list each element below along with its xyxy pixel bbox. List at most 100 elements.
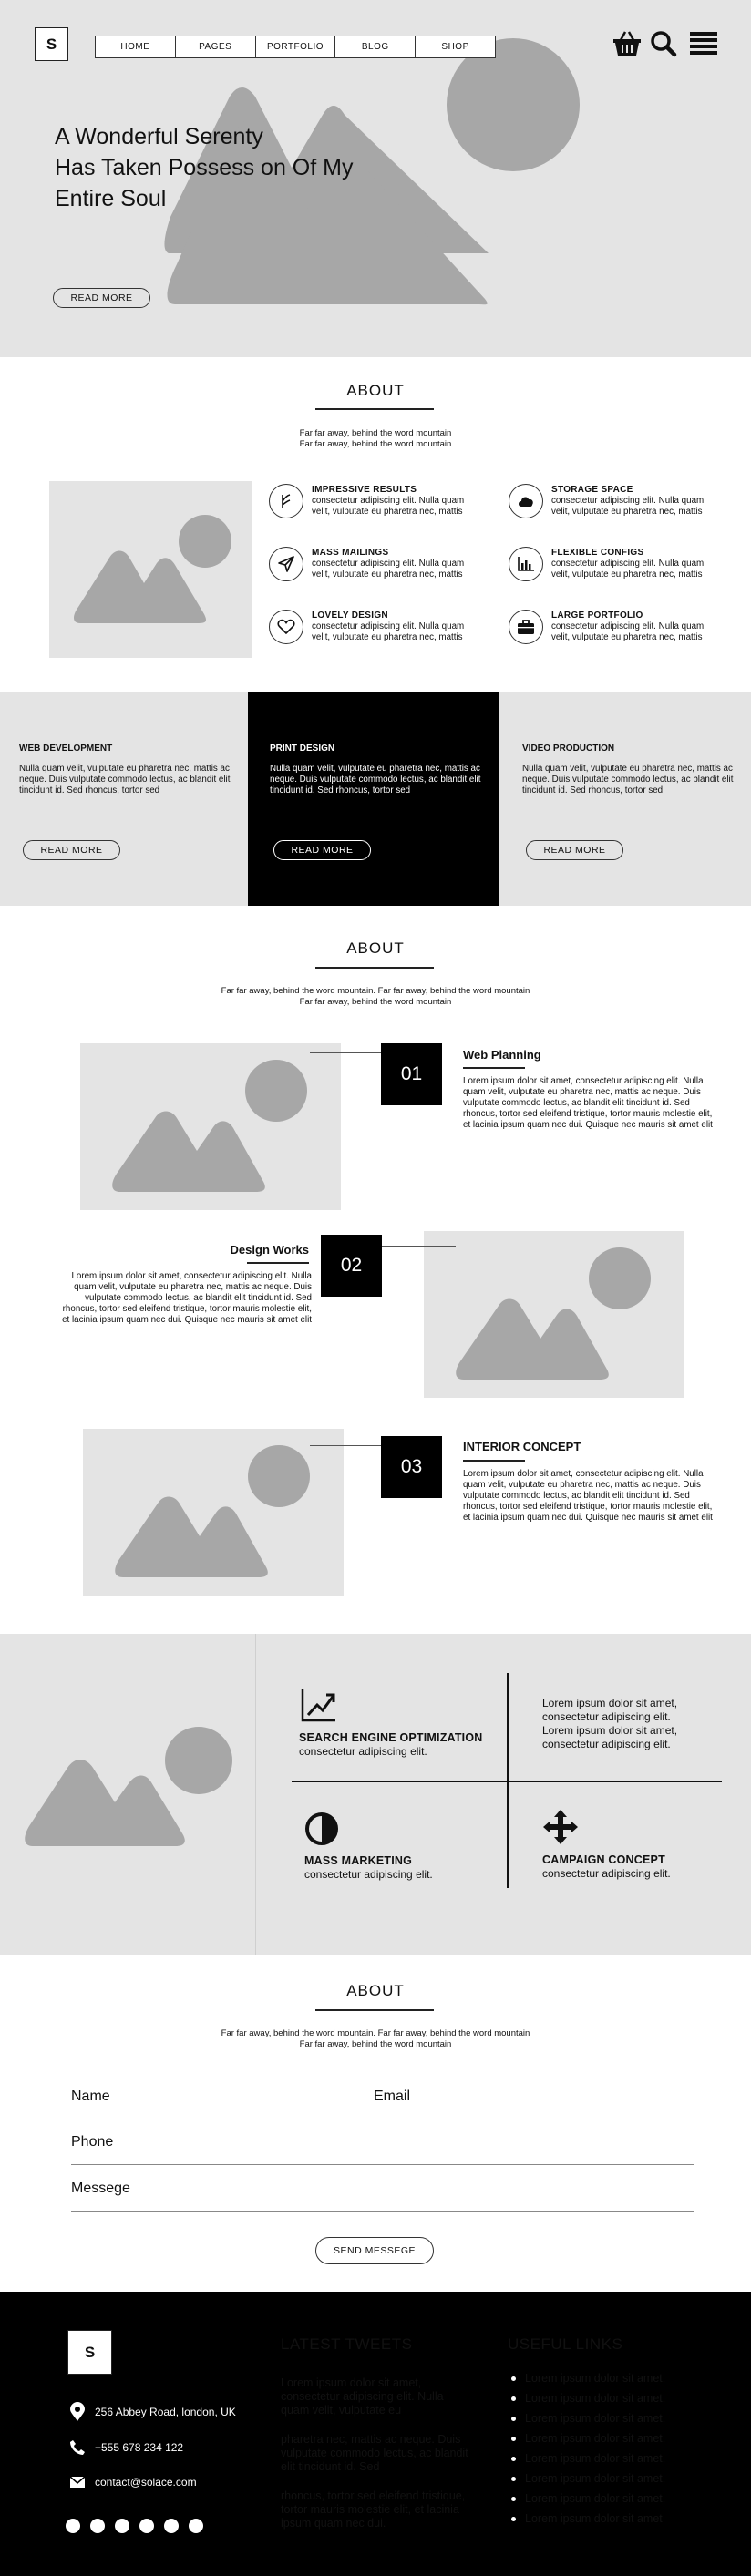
- step-text-line: rhoncus, tortor sed eleifend tristique, …: [463, 1502, 713, 1512]
- message-field[interactable]: Messege: [71, 2181, 130, 2197]
- feature-text: consectetur adipiscing elit. Nulla quam …: [312, 496, 503, 518]
- social-icon[interactable]: [115, 2519, 129, 2533]
- useful-link[interactable]: Lorem ipsum dolor sit amet,: [511, 2428, 665, 2448]
- seo-divider: [255, 1634, 256, 1955]
- service-read-more-button[interactable]: READ MORE: [526, 840, 623, 860]
- main-nav: HOME PAGES PORTFOLIO BLOG SHOP: [95, 36, 496, 58]
- step-title-underline: [247, 1262, 309, 1264]
- feature-title: STORAGE SPACE: [551, 485, 633, 495]
- step-title-underline: [463, 1067, 525, 1069]
- useful-link[interactable]: Lorem ipsum dolor sit amet: [511, 2509, 665, 2529]
- footer-email: contact@solace.com: [69, 2476, 197, 2489]
- about-subtitle-line: Far far away, behind the word mountain: [299, 428, 452, 438]
- social-icon[interactable]: [139, 2519, 154, 2533]
- email-field[interactable]: Email: [374, 2089, 410, 2105]
- step-text-line: vulputate commodo lectus, ac blandit eli…: [85, 1293, 312, 1303]
- seo-lorem-line: Lorem ipsum dolor sit amet,: [542, 1724, 678, 1737]
- about-placeholder-image: [49, 481, 252, 658]
- feature-text-line: consectetur adipiscing elit. Nulla quam: [551, 559, 705, 569]
- nav-blog[interactable]: BLOG: [335, 36, 417, 57]
- step-placeholder-image: [83, 1429, 344, 1596]
- step-title: Web Planning: [463, 1048, 541, 1062]
- social-links: [66, 2519, 203, 2533]
- service-title: VIDEO PRODUCTION: [522, 744, 615, 754]
- feature-text-line: consectetur adipiscing elit. Nulla quam: [551, 621, 705, 631]
- seo-placeholder-image: [25, 1727, 232, 1846]
- useful-link[interactable]: Lorem ipsum dolor sit amet,: [511, 2408, 665, 2428]
- tweet-line: Lorem ipsum dolor sit amet,: [281, 2376, 422, 2389]
- useful-link[interactable]: Lorem ipsum dolor sit amet,: [511, 2448, 665, 2468]
- feature-text-line: velit, vulputate eu pharetra nec, mattis: [312, 507, 463, 517]
- hero-title-line: Has Taken Possess on Of My: [55, 155, 354, 180]
- feature-text: consectetur adipiscing elit. Nulla quam …: [312, 559, 503, 580]
- useful-link[interactable]: Lorem ipsum dolor sit amet,: [511, 2489, 665, 2509]
- logo[interactable]: S: [35, 27, 68, 61]
- step-text-line: Lorem ipsum dolor sit amet, consectetur …: [463, 1469, 704, 1479]
- step-text-line: vulputate commodo lectus, ac blandit eli…: [463, 1491, 690, 1501]
- social-icon[interactable]: [90, 2519, 105, 2533]
- nav-home[interactable]: HOME: [96, 36, 176, 57]
- name-field[interactable]: Name: [71, 2089, 110, 2105]
- hero-title-line: Entire Soul: [55, 186, 167, 211]
- hero-read-more-button[interactable]: READ MORE: [53, 288, 150, 308]
- feature-text: consectetur adipiscing elit. Nulla quam …: [551, 496, 743, 518]
- nav-shop[interactable]: SHOP: [416, 36, 495, 57]
- service-text-line: tincidunt id. Sed rhoncus, tortor sed: [19, 785, 160, 795]
- about-title-underline: [315, 967, 434, 969]
- latest-tweets-title: LATEST TWEETS: [281, 2335, 413, 2353]
- feature-text-line: consectetur adipiscing elit. Nulla quam: [312, 621, 465, 631]
- hero-title: A Wonderful Serenty Has Taken Possess on…: [55, 121, 353, 214]
- seo-item-subtitle: consectetur adipiscing elit.: [299, 1745, 427, 1758]
- step-title-underline: [463, 1460, 525, 1462]
- feature-text-line: velit, vulputate eu pharetra nec, mattis: [551, 632, 703, 642]
- tweet-line: vulputate commodo lectus, ac blandit: [281, 2447, 468, 2459]
- feature-text-line: velit, vulputate eu pharetra nec, mattis: [551, 570, 703, 580]
- service-read-more-button[interactable]: READ MORE: [273, 840, 371, 860]
- nav-pages[interactable]: PAGES: [176, 36, 256, 57]
- seo-lorem-line: Lorem ipsum dolor sit amet,: [542, 1697, 678, 1709]
- nav-portfolio[interactable]: PORTFOLIO: [256, 36, 336, 57]
- step-text: Lorem ipsum dolor sit amet, consectetur …: [463, 1076, 713, 1131]
- tweet: rhoncus, tortor sed eleifend tristique, …: [281, 2489, 465, 2530]
- footer-address-text: 256 Abbey Road, london, UK: [95, 2406, 236, 2418]
- service-read-more-button[interactable]: READ MORE: [23, 840, 120, 860]
- search-icon[interactable]: [650, 30, 677, 57]
- service-text-line: neque. Duis vulputate commodo lectus, ac…: [270, 775, 481, 785]
- footer-email-text[interactable]: contact@solace.com: [95, 2476, 197, 2489]
- about-title: ABOUT: [346, 939, 405, 957]
- social-icon[interactable]: [66, 2519, 80, 2533]
- useful-link[interactable]: Lorem ipsum dolor sit amet,: [511, 2468, 665, 2489]
- about-title: ABOUT: [346, 1982, 405, 1999]
- basket-icon[interactable]: [612, 30, 642, 57]
- send-message-button[interactable]: SEND MESSEGE: [315, 2237, 434, 2264]
- social-icon[interactable]: [189, 2519, 203, 2533]
- social-icon[interactable]: [164, 2519, 179, 2533]
- feature-title: LARGE PORTFOLIO: [551, 611, 643, 621]
- about-subtitle: Far far away, behind the word mountain. …: [0, 986, 751, 1008]
- tweet-line: quam velit, vulputate eu: [281, 2404, 402, 2417]
- seo-lorem-line: consectetur adipiscing elit.: [542, 1710, 671, 1723]
- phone-icon: [70, 2440, 85, 2455]
- about-title: ABOUT: [346, 382, 405, 399]
- step-title: Design Works: [230, 1243, 309, 1257]
- service-text-line: Nulla quam velit, vulputate eu pharetra …: [19, 764, 230, 774]
- anchor-icon: [269, 484, 303, 518]
- useful-link[interactable]: Lorem ipsum dolor sit amet,: [511, 2388, 665, 2408]
- service-text-line: Nulla quam velit, vulputate eu pharetra …: [522, 764, 733, 774]
- step-text-line: et lacinia ipsum quam nec dui. Quisque n…: [463, 1513, 713, 1523]
- tweet-line: tortor mauris molestie elit, et lacinia: [281, 2503, 459, 2516]
- service-text-line: neque. Duis vulputate commodo lectus, ac…: [19, 775, 231, 785]
- useful-link[interactable]: Lorem ipsum dolor sit amet,: [511, 2368, 665, 2388]
- tweet-line: pharetra nec, mattis ac neque. Duis: [281, 2433, 461, 2446]
- step-placeholder-image: [424, 1231, 684, 1398]
- footer-phone: +555 678 234 122: [69, 2439, 183, 2456]
- menu-icon[interactable]: [690, 32, 717, 56]
- service-text-line: tincidunt id. Sed rhoncus, tortor sed: [270, 785, 411, 795]
- tweet-line: rhoncus, tortor sed eleifend tristique,: [281, 2489, 466, 2502]
- footer-phone-text: +555 678 234 122: [95, 2441, 184, 2454]
- step-text-line: Lorem ipsum dolor sit amet, consectetur …: [71, 1271, 312, 1281]
- about-subtitle: Far far away, behind the word mountain. …: [0, 2028, 751, 2050]
- footer-logo[interactable]: S: [67, 2330, 112, 2375]
- phone-field[interactable]: Phone: [71, 2134, 113, 2150]
- heart-icon: [269, 610, 303, 644]
